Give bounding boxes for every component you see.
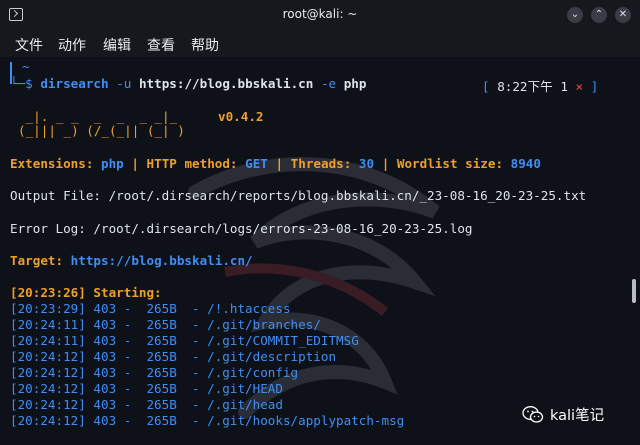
prompt-tilde: ~ bbox=[22, 59, 30, 74]
minimize-button[interactable]: ⌄ bbox=[567, 7, 583, 23]
scan-info: Extensions: php | HTTP method: GET | Thr… bbox=[10, 156, 541, 171]
menu-bar: 文件 动作 编辑 查看 帮助 bbox=[0, 31, 640, 57]
wechat-icon bbox=[522, 406, 544, 423]
prompt-time: 8:22下午 bbox=[497, 79, 553, 94]
threads-value: 30 bbox=[358, 156, 375, 171]
target-url-arg: https://blog.bbskali.cn bbox=[138, 76, 314, 91]
result-row: [20:24:12] 403 - 265B - /.git/config bbox=[10, 365, 299, 380]
output-file-line: Output File: /root/.dirsearch/reports/bl… bbox=[10, 188, 587, 203]
http-method-value: GET bbox=[245, 156, 268, 171]
terminal-output[interactable]: ~ └─$ dirsearch -u https://blog.bbskali.… bbox=[0, 57, 640, 445]
window-title: root@kali: ~ bbox=[282, 7, 358, 21]
result-row: [20:24:12] 403 - 265B - /.git/hooks/appl… bbox=[10, 413, 405, 428]
command-name: dirsearch bbox=[40, 76, 109, 91]
result-row: [20:24:12] 403 - 265B - /.git/descriptio… bbox=[10, 349, 337, 364]
error-log-line: Error Log: /root/.dirsearch/logs/errors-… bbox=[10, 221, 473, 236]
terminal-window: root@kali: ~ ⌄ ⌃ ✕ 文件 动作 编辑 查看 帮助 ~ └─$ … bbox=[0, 0, 640, 445]
target-line: Target: https://blog.bbskali.cn/ bbox=[10, 253, 253, 268]
menu-help[interactable]: 帮助 bbox=[191, 35, 219, 55]
wechat-account-label: kali笔记 bbox=[550, 408, 605, 424]
result-row: [20:24:11] 403 - 265B - /.git/branches/ bbox=[10, 317, 321, 332]
target-url: https://blog.bbskali.cn/ bbox=[70, 253, 253, 268]
maximize-button[interactable]: ⌃ bbox=[591, 7, 607, 23]
menu-edit[interactable]: 编辑 bbox=[103, 35, 131, 55]
menu-view[interactable]: 查看 bbox=[147, 35, 175, 55]
title-bar[interactable]: root@kali: ~ ⌄ ⌃ ✕ bbox=[0, 0, 640, 32]
command-line: └─$ dirsearch -u https://blog.bbskali.cn… bbox=[10, 76, 366, 91]
result-row: [20:24:12] 403 - 265B - /.git/head bbox=[10, 397, 283, 412]
wordlist-size-value: 8940 bbox=[510, 156, 541, 171]
flag-e: -e bbox=[320, 76, 337, 91]
extensions-value: php bbox=[101, 156, 124, 171]
exit-status-icon: × bbox=[575, 79, 584, 94]
close-button[interactable]: ✕ bbox=[615, 7, 631, 23]
prompt-arrow: └─$ bbox=[10, 76, 41, 91]
prompt-status: [ 8:22下午 1 × ] bbox=[482, 79, 599, 94]
result-row: [20:24:12] 403 - 265B - /.git/HEAD bbox=[10, 381, 283, 396]
result-row: [20:23:29] 403 - 265B - /!.htaccess bbox=[10, 301, 291, 316]
scrollbar-thumb[interactable] bbox=[632, 279, 636, 303]
prompt-count: 1 bbox=[560, 79, 568, 94]
menu-file[interactable]: 文件 bbox=[15, 35, 43, 55]
flag-u: -u bbox=[116, 76, 132, 91]
starting-line: [20:23:26] Starting: bbox=[10, 285, 162, 300]
menu-action[interactable]: 动作 bbox=[58, 35, 86, 55]
version: v0.4.2 bbox=[218, 109, 264, 124]
extension-arg: php bbox=[343, 76, 367, 91]
banner-line-1: _|. _ _ _ _ _ _|_ bbox=[18, 109, 178, 124]
banner-line-2: (_||| _) (/_(_|| (_| ) bbox=[18, 123, 185, 138]
result-row: [20:24:11] 403 - 265B - /.git/COMMIT_EDI… bbox=[10, 333, 359, 348]
